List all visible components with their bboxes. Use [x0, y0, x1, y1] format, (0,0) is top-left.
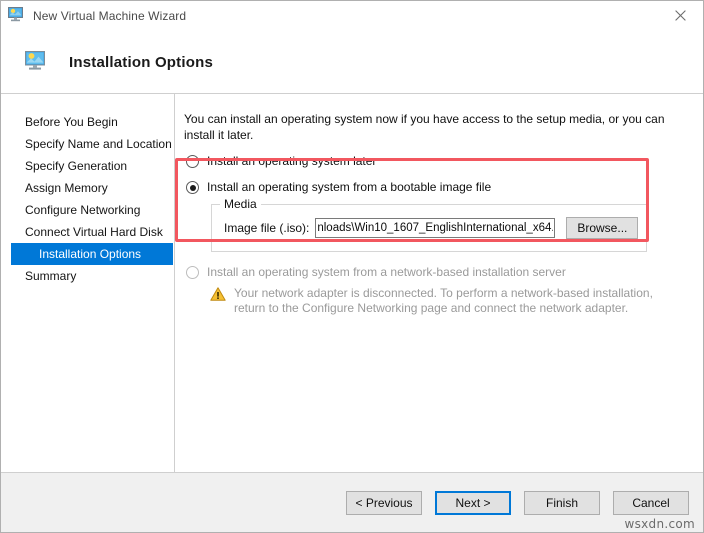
image-file-label: Image file (.iso): [224, 221, 309, 235]
close-icon[interactable] [658, 1, 703, 30]
image-file-row: Image file (.iso): Browse... [212, 217, 646, 239]
window-title: New Virtual Machine Wizard [33, 9, 186, 23]
virtual-machine-monitor-icon [25, 51, 47, 74]
finish-button[interactable]: Finish [524, 491, 600, 515]
option-install-later-row[interactable]: Install an operating system later [184, 152, 703, 172]
option-bootable-image-row[interactable]: Install an operating system from a boota… [184, 178, 703, 198]
radio-install-later[interactable] [186, 155, 199, 168]
new-virtual-machine-wizard-window: New Virtual Machine Wizard Installation … [0, 0, 704, 533]
network-warning: Your network adapter is disconnected. To… [210, 286, 678, 316]
next-button[interactable]: Next > [435, 491, 511, 515]
wizard-body: Before You Begin Specify Name and Locati… [1, 94, 703, 472]
radio-network-install [186, 266, 199, 279]
sidebar-item-specify-generation[interactable]: Specify Generation [11, 155, 173, 177]
sidebar-item-connect-virtual-hard-disk[interactable]: Connect Virtual Hard Disk [11, 221, 173, 243]
watermark: wsxdn.com [624, 517, 695, 531]
sidebar-item-assign-memory[interactable]: Assign Memory [11, 177, 173, 199]
radio-bootable-image[interactable] [186, 181, 199, 194]
virtual-machine-monitor-icon [8, 7, 25, 25]
sidebar-item-before-you-begin[interactable]: Before You Begin [11, 111, 173, 133]
option-bootable-image-label: Install an operating system from a boota… [207, 178, 491, 197]
option-install-later-label: Install an operating system later [207, 152, 376, 171]
wizard-footer: < Previous Next > Finish Cancel wsxdn.co… [1, 472, 703, 532]
previous-button[interactable]: < Previous [346, 491, 422, 515]
warning-triangle-icon [210, 287, 226, 316]
sidebar-item-installation-options[interactable]: Installation Options [11, 243, 173, 265]
network-warning-text: Your network adapter is disconnected. To… [234, 286, 678, 316]
option-network-install-label: Install an operating system from a netwo… [207, 263, 566, 282]
intro-text: You can install an operating system now … [184, 111, 677, 143]
cancel-button[interactable]: Cancel [613, 491, 689, 515]
image-file-input[interactable] [315, 218, 555, 238]
sidebar-item-configure-networking[interactable]: Configure Networking [11, 199, 173, 221]
media-groupbox: Media Image file (.iso): Browse... [211, 204, 647, 252]
wizard-header: Installation Options [1, 31, 703, 94]
option-network-install-row: Install an operating system from a netwo… [184, 263, 703, 283]
title-bar: New Virtual Machine Wizard [1, 1, 703, 31]
sidebar-item-specify-name-and-location[interactable]: Specify Name and Location [11, 133, 173, 155]
installation-options-panel: You can install an operating system now … [175, 94, 703, 472]
page-title: Installation Options [69, 54, 213, 71]
media-groupbox-legend: Media [220, 197, 261, 211]
browse-button[interactable]: Browse... [566, 217, 638, 239]
sidebar-item-summary[interactable]: Summary [11, 265, 173, 287]
wizard-steps-sidebar: Before You Begin Specify Name and Locati… [1, 94, 175, 472]
